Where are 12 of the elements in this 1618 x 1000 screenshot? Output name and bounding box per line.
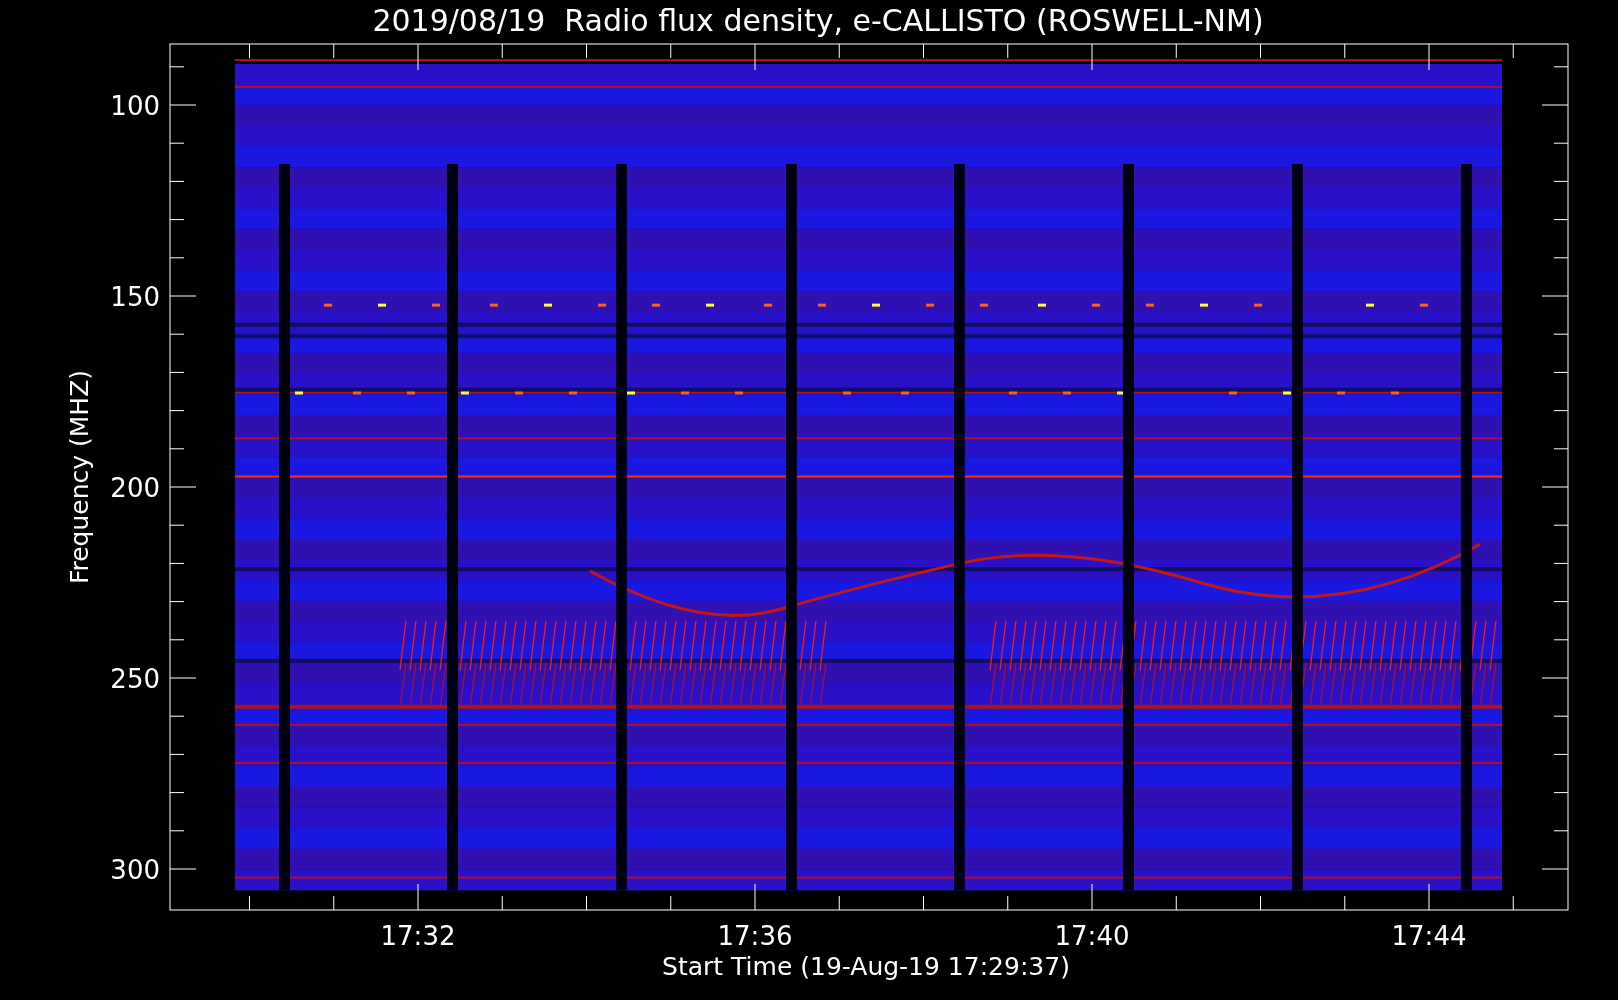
plot-title: 2019/08/19 Radio flux density, e-CALLISTO (ROSWELL-NM)	[372, 3, 1264, 38]
x-tick-label: 17:32	[380, 921, 456, 951]
y-tick-label: 150	[110, 282, 160, 312]
y-tick-label: 100	[110, 91, 160, 121]
x-tick-label: 17:40	[1054, 921, 1130, 951]
x-tick-label: 17:44	[1391, 921, 1467, 951]
y-tick-label: 250	[110, 664, 160, 694]
y-tick-label: 300	[110, 855, 160, 885]
x-tick-label: 17:36	[717, 921, 793, 951]
y-tick-label: 200	[110, 473, 160, 503]
y-axis-label: Frequency (MHZ)	[65, 369, 94, 585]
x-axis-label: Start Time (19-Aug-19 17:29:37)	[662, 952, 1070, 981]
